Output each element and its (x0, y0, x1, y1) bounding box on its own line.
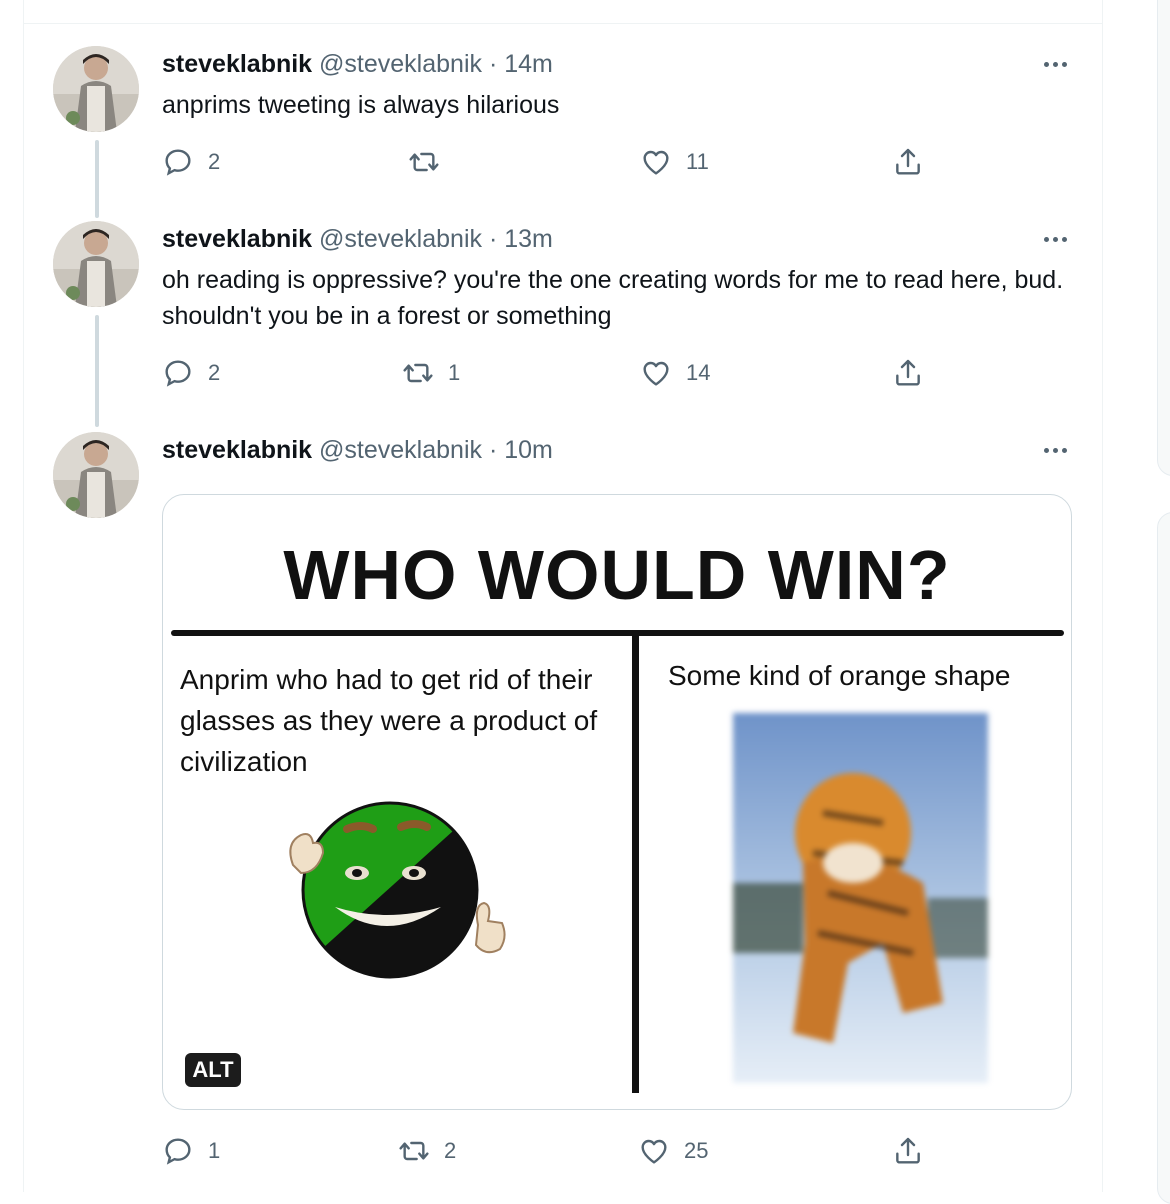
meme-divider (632, 633, 639, 1093)
meme-left-caption: Anprim who had to get rid of their glass… (180, 664, 598, 777)
tweet-header: steveklabnik @steveklabnik · 13m (162, 225, 553, 254)
like-icon (643, 150, 669, 175)
avatar[interactable] (53, 432, 139, 518)
timeline: steveklabnik @steveklabnik · 14m anprims… (23, 0, 1103, 1192)
like-count: 11 (686, 149, 709, 174)
retweet-icon (399, 1141, 429, 1161)
reply-button[interactable]: 2 (162, 353, 220, 393)
handle[interactable]: @steveklabnik (319, 225, 482, 253)
thread-connector (95, 315, 99, 427)
thread-connector (95, 140, 99, 218)
retweet-button[interactable]: 2 (398, 1131, 456, 1171)
display-name[interactable]: steveklabnik (162, 225, 312, 253)
like-button[interactable]: 25 (638, 1131, 708, 1171)
retweet-count: 1 (448, 360, 461, 385)
handle[interactable]: @steveklabnik (319, 50, 482, 78)
like-icon (641, 1139, 667, 1164)
tweet-header: steveklabnik @steveklabnik · 14m (162, 50, 553, 79)
meme-right-caption: Some kind of orange shape (668, 660, 1011, 691)
reply-count: 1 (208, 1138, 221, 1163)
tweet-actions: 2 1 14 (162, 353, 942, 393)
sidebar-card (1157, 512, 1170, 1204)
timestamp[interactable]: · 14m (489, 50, 553, 78)
like-count: 25 (684, 1138, 709, 1163)
retweet-count: 2 (444, 1138, 457, 1163)
retweet-button[interactable] (408, 142, 454, 182)
tweet-media-image[interactable]: WHO WOULD WIN? Anprim who had to get rid… (162, 494, 1072, 1110)
tweet-actions: 1 2 25 (162, 1131, 942, 1171)
share-button[interactable] (892, 142, 924, 182)
tweet-header: steveklabnik @steveklabnik · 10m (162, 436, 553, 465)
avatar[interactable] (53, 46, 139, 132)
timestamp[interactable]: · 13m (489, 225, 553, 253)
reply-count: 2 (208, 149, 221, 174)
anprim-ball-illustration (289, 801, 506, 979)
share-icon (896, 359, 920, 386)
reply-count: 2 (208, 360, 221, 385)
retweet-icon (409, 152, 439, 172)
more-icon[interactable] (1038, 440, 1072, 460)
meme-divider (171, 630, 1064, 636)
tweet-text: oh reading is oppressive? you're the one… (162, 266, 1064, 330)
tweet-actions: 2 11 (162, 142, 942, 182)
reply-icon (165, 149, 191, 176)
like-button[interactable]: 14 (640, 353, 710, 393)
share-button[interactable] (892, 353, 924, 393)
divider (24, 23, 1102, 24)
like-button[interactable]: 11 (640, 142, 709, 182)
reply-icon (165, 1138, 191, 1165)
display-name[interactable]: steveklabnik (162, 436, 312, 464)
retweet-button[interactable]: 1 (402, 353, 460, 393)
sidebar-card (1157, 0, 1170, 476)
retweet-icon (403, 363, 433, 383)
more-icon[interactable] (1038, 229, 1072, 249)
timestamp[interactable]: · 10m (489, 436, 553, 464)
alt-text-badge[interactable]: ALT (185, 1053, 241, 1087)
like-count: 14 (686, 360, 711, 385)
share-button[interactable] (892, 1131, 924, 1171)
share-icon (896, 148, 920, 175)
reply-icon (165, 360, 191, 387)
more-icon[interactable] (1038, 54, 1072, 74)
handle[interactable]: @steveklabnik (319, 436, 482, 464)
reply-button[interactable]: 1 (162, 1131, 220, 1171)
reply-button[interactable]: 2 (162, 142, 220, 182)
display-name[interactable]: steveklabnik (162, 50, 312, 78)
like-icon (643, 361, 669, 386)
share-icon (896, 1137, 920, 1164)
avatar[interactable] (53, 221, 139, 307)
tiger-photo (733, 713, 988, 1083)
tweet-text: anprims tweeting is always hilarious (162, 91, 560, 119)
meme-title: WHO WOULD WIN? (283, 536, 951, 614)
